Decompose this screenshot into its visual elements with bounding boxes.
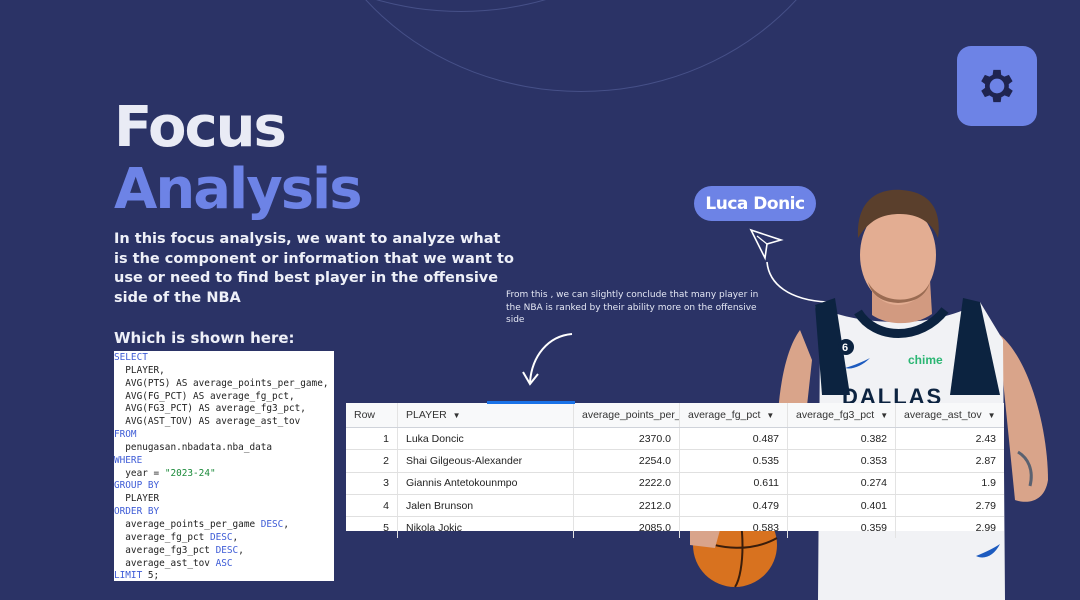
header-label: average_ast_tov <box>904 409 982 421</box>
sql-line: AVG(FG_PCT) AS average_fg_pct, <box>114 390 295 402</box>
cell-average-fg-pct: 0.583 <box>680 517 788 539</box>
sql-line: PLAYER, <box>114 364 165 376</box>
sql-line: AVG(AST_TOV) AS average_ast_tov <box>114 416 301 428</box>
cell-player: Giannis Antetokounmpo <box>398 472 574 494</box>
jersey-sponsor-logo: chime <box>908 353 943 367</box>
cell-average-points: 2370.0 <box>574 428 680 450</box>
sql-line: LIMIT 5; <box>114 570 160 581</box>
cell-average-fg3-pct: 0.359 <box>788 517 896 539</box>
jersey-number: 6 <box>842 342 848 354</box>
settings-button[interactable] <box>957 46 1037 126</box>
dropdown-arrow-icon[interactable]: ▼ <box>766 411 774 420</box>
cell-row-number: 2 <box>346 450 398 472</box>
cell-average-fg-pct: 0.479 <box>680 494 788 517</box>
sql-line: SELECT <box>114 352 148 363</box>
table-row[interactable]: 2 Shai Gilgeous-Alexander 2254.0 0.535 0… <box>346 450 1004 473</box>
sql-line: average_ast_tov ASC <box>114 557 233 569</box>
cell-player: Luka Doncic <box>398 428 574 450</box>
sql-code-block: SELECT PLAYER, AVG(PTS) AS average_point… <box>114 351 334 581</box>
cell-average-fg-pct: 0.535 <box>680 450 788 472</box>
cell-average-ast-tov: 1.9 <box>981 477 996 490</box>
cell-average-points: 2222.0 <box>574 472 680 494</box>
sql-line: AVG(PTS) AS average_points_per_game, <box>114 377 329 389</box>
shown-label: Which is shown here: <box>114 329 295 347</box>
sql-line: PLAYER <box>114 493 160 505</box>
cell-row-number: 5 <box>346 517 398 539</box>
header-label: average_fg3_pct <box>796 409 875 421</box>
cell-player: Shai Gilgeous-Alexander <box>398 450 574 472</box>
cell-average-fg-pct: 0.487 <box>680 428 788 450</box>
table-row[interactable]: 1 Luka Doncic 2370.0 0.487 0.382 2.43 <box>346 428 1004 451</box>
sql-line: ORDER BY <box>114 506 160 518</box>
header-label: PLAYER <box>406 409 447 421</box>
header-average-fg3-pct[interactable]: average_fg3_pct ▼ <box>788 403 896 427</box>
sql-line: FROM <box>114 429 137 441</box>
cell-average-fg3-pct: 0.382 <box>788 428 896 450</box>
sql-line: average_fg_pct DESC, <box>114 531 239 543</box>
sql-line: year = "2023-24" <box>114 467 216 479</box>
header-average-points[interactable]: average_points_per_ <box>574 403 680 427</box>
title-line-2: Analysis <box>114 157 363 222</box>
conclusion-note: From this , we can slightly conclude tha… <box>506 290 759 325</box>
sql-line: WHERE <box>114 454 143 466</box>
sql-line: average_points_per_game DESC, <box>114 518 289 530</box>
cell-average-points: 2212.0 <box>574 494 680 517</box>
cell-average-ast-tov: 2.43 <box>975 432 996 445</box>
table-row[interactable]: 3 Giannis Antetokounmpo 2222.0 0.611 0.2… <box>346 472 1004 495</box>
curved-arrow-icon <box>522 333 573 386</box>
header-label: average_fg_pct <box>688 409 761 421</box>
header-label: average_points_per_ <box>582 409 680 421</box>
column-selection-indicator <box>487 401 575 404</box>
cell-average-points: 2254.0 <box>574 450 680 472</box>
cell-average-fg3-pct: 0.353 <box>788 450 896 472</box>
cell-row-number: 3 <box>346 472 398 494</box>
cell-average-ast-tov: 2.87 <box>975 454 996 467</box>
paper-plane-icon <box>749 228 828 303</box>
sql-line: GROUP BY <box>114 480 160 492</box>
header-player[interactable]: PLAYER ▼ <box>398 403 574 427</box>
background-arc <box>300 0 862 92</box>
cell-average-ast-tov: 2.79 <box>975 499 996 512</box>
dropdown-arrow-icon[interactable]: ▼ <box>988 411 996 420</box>
cell-average-fg-pct: 0.611 <box>680 472 788 494</box>
header-average-fg-pct[interactable]: average_fg_pct ▼ <box>680 403 788 427</box>
dropdown-arrow-icon[interactable]: ▼ <box>880 411 888 420</box>
cell-average-fg3-pct: 0.274 <box>788 472 896 494</box>
header-label: Row <box>354 409 376 421</box>
sql-line: penugasan.nbadata.nba_data <box>114 441 273 453</box>
results-table: Row PLAYER ▼ average_points_per_ average_… <box>346 401 1004 539</box>
cell-average-points: 2085.0 <box>574 517 680 539</box>
cell-player: Jalen Brunson <box>398 494 574 517</box>
cell-row-number: 4 <box>346 494 398 517</box>
table-row[interactable]: 4 Jalen Brunson 2212.0 0.479 0.401 2.79 <box>346 494 1004 518</box>
table-row[interactable]: 5 Nikola Jokic 2085.0 0.583 0.359 2.99 <box>346 517 1004 539</box>
header-row[interactable]: Row <box>346 403 398 427</box>
sql-line: average_fg3_pct DESC, <box>114 544 244 556</box>
gear-icon <box>981 69 1013 103</box>
cell-player: Nikola Jokic <box>398 517 574 539</box>
cell-average-fg3-pct: 0.401 <box>788 494 896 517</box>
sql-line: AVG(FG3_PCT) AS average_fg3_pct, <box>114 403 306 415</box>
dropdown-arrow-icon[interactable]: ▼ <box>453 411 461 420</box>
cell-row-number: 1 <box>346 428 398 450</box>
title-line-1: Focus <box>114 95 287 160</box>
intro-text: In this focus analysis, we want to analy… <box>114 231 514 306</box>
cell-average-ast-tov: 2.99 <box>975 521 996 534</box>
table-header-row: Row PLAYER ▼ average_points_per_ average_… <box>346 403 1004 428</box>
player-name-badge: Luca Donic <box>694 186 816 221</box>
header-average-ast-tov[interactable]: average_ast_tov ▼ <box>896 403 1004 427</box>
